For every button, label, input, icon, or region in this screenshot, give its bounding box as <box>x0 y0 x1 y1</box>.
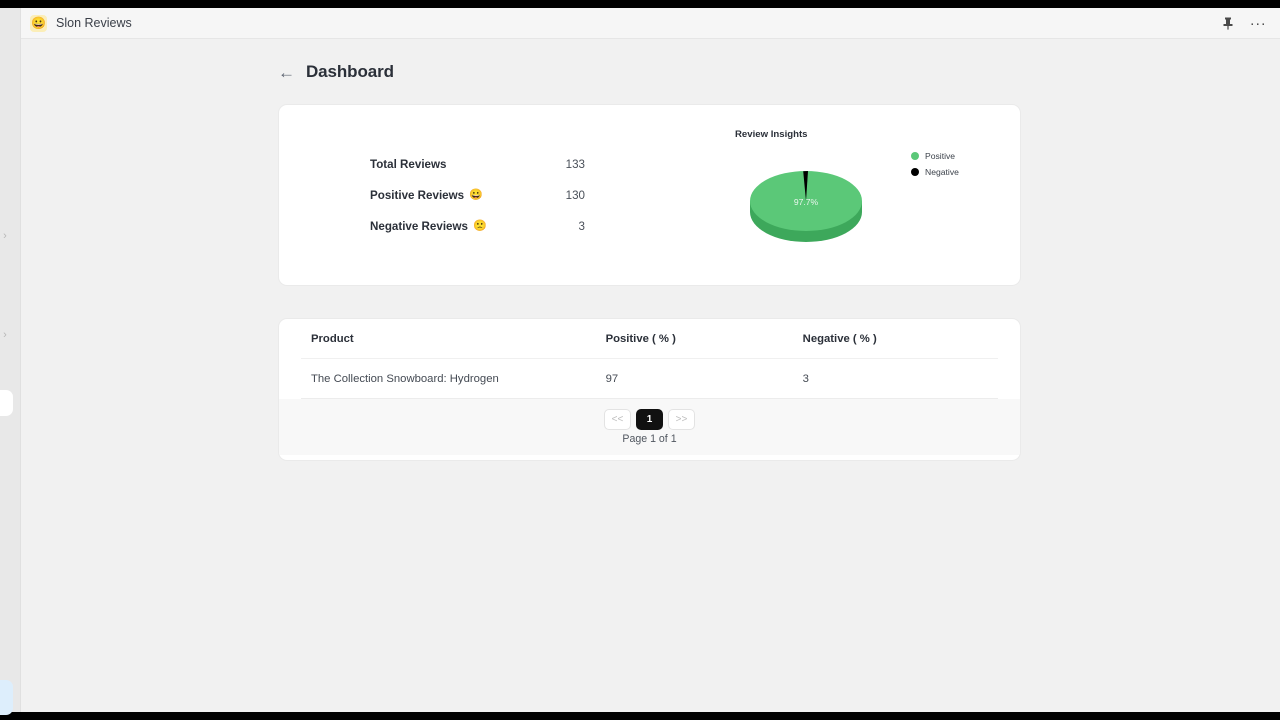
column-header-negative: Negative ( % ) <box>802 319 998 359</box>
page-header: ← Dashboard <box>278 62 394 82</box>
rail-handle-top[interactable]: › <box>0 228 10 244</box>
left-rail: › › <box>0 8 21 715</box>
app-brand: 😀 Slon Reviews <box>30 14 132 32</box>
header-actions: ··· <box>1220 15 1266 31</box>
cell-positive: 97 <box>605 358 803 399</box>
pagination-controls: << 1 >> <box>604 409 695 430</box>
products-table-card: Product Positive ( % ) Negative ( % ) Th… <box>278 318 1021 461</box>
chart-title: Review Insights <box>735 129 808 140</box>
summary-card: Total Reviews 133 Positive Reviews 😀 130… <box>278 104 1021 286</box>
stat-row-positive: Positive Reviews 😀 130 <box>370 180 585 211</box>
rail-handle-middle[interactable]: › <box>0 327 10 343</box>
table-header-row: Product Positive ( % ) Negative ( % ) <box>301 319 998 359</box>
ellipsis-icon[interactable]: ··· <box>1250 15 1266 31</box>
stat-label-negative: Negative Reviews 🙁 <box>370 220 487 233</box>
column-header-product: Product <box>301 319 606 359</box>
pie-slice-label: 97.7% <box>794 197 819 207</box>
legend-label-negative: Negative <box>925 167 959 177</box>
table-body: The Collection Snowboard: Hydrogen 97 3 <box>301 358 998 399</box>
window-chrome-top <box>0 0 1280 8</box>
stat-label-total-text: Total Reviews <box>370 158 447 171</box>
products-table: Product Positive ( % ) Negative ( % ) Th… <box>301 319 998 399</box>
stat-value-negative: 3 <box>578 220 585 233</box>
stat-label-positive-text: Positive Reviews <box>370 189 465 202</box>
pagination-caption: Page 1 of 1 <box>622 433 677 445</box>
column-header-positive: Positive ( % ) <box>605 319 803 359</box>
window-chrome-bottom <box>0 712 1280 720</box>
review-insights-chart: Review Insights 97.7% Positive Negative <box>711 129 1001 269</box>
smiley-face-icon: 😀 <box>30 14 47 32</box>
back-arrow-icon[interactable]: ← <box>278 64 295 81</box>
legend-item-positive: Positive <box>911 151 959 161</box>
page-title: Dashboard <box>306 62 394 81</box>
app-frame: › › 😀 Slon Reviews ··· ← Dashboard Total… <box>0 8 1280 715</box>
stat-label-total: Total Reviews <box>370 158 446 171</box>
chart-legend: Positive Negative <box>911 151 959 177</box>
legend-item-negative: Negative <box>911 167 959 177</box>
legend-dot-negative-icon <box>911 168 919 176</box>
cell-negative: 3 <box>802 358 998 399</box>
stat-value-total: 133 <box>565 158 585 171</box>
stat-value-positive: 130 <box>565 189 585 202</box>
table-pagination-footer: << 1 >> Page 1 of 1 <box>279 399 1020 455</box>
stat-row-negative: Negative Reviews 🙁 3 <box>370 211 585 242</box>
cell-product: The Collection Snowboard: Hydrogen <box>301 358 606 399</box>
pagination-next-button[interactable]: >> <box>668 409 695 430</box>
stat-label-positive: Positive Reviews 😀 <box>370 189 483 202</box>
table-row[interactable]: The Collection Snowboard: Hydrogen 97 3 <box>301 358 998 399</box>
app-header-bar: 😀 Slon Reviews ··· <box>21 8 1280 39</box>
stats-list: Total Reviews 133 Positive Reviews 😀 130… <box>370 149 585 242</box>
rail-panel-tab-highlighted[interactable] <box>0 680 13 715</box>
pie-chart: 97.7% <box>711 149 901 259</box>
legend-dot-positive-icon <box>911 152 919 160</box>
page-body: ← Dashboard Total Reviews 133 Positive R… <box>22 40 1280 712</box>
smiling-face-icon: 😀 <box>469 189 483 201</box>
frowning-face-icon: 🙁 <box>472 220 487 232</box>
stat-label-negative-text: Negative Reviews <box>370 220 468 233</box>
stat-row-total: Total Reviews 133 <box>370 149 585 180</box>
pagination-page-1-button[interactable]: 1 <box>636 409 663 430</box>
products-table-wrapper: Product Positive ( % ) Negative ( % ) Th… <box>279 319 1020 399</box>
pin-icon[interactable] <box>1220 15 1236 31</box>
table-head: Product Positive ( % ) Negative ( % ) <box>301 319 998 359</box>
pagination-prev-button[interactable]: << <box>604 409 631 430</box>
rail-panel-tab[interactable] <box>0 390 13 416</box>
legend-label-positive: Positive <box>925 151 956 161</box>
app-title: Slon Reviews <box>56 16 132 30</box>
